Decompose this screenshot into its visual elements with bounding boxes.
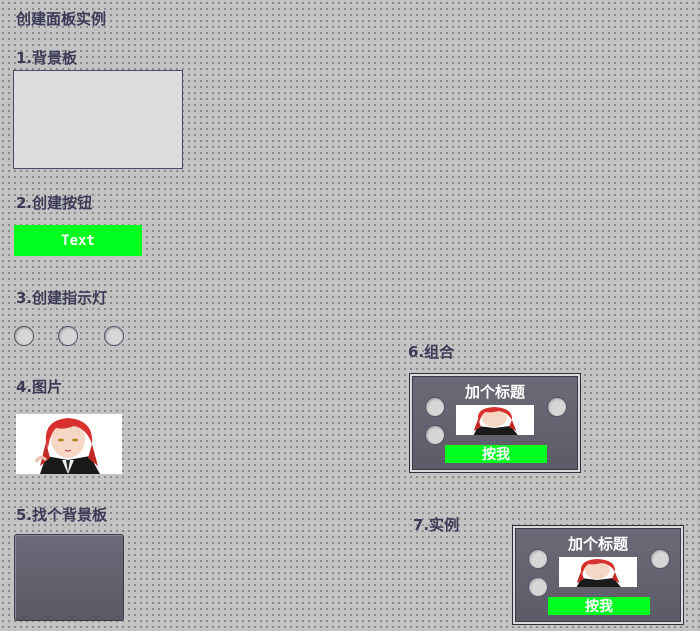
- instance-indicator-light-2[interactable]: [528, 577, 548, 597]
- group-portrait-image: [456, 405, 534, 435]
- anime-portrait-image[interactable]: [16, 414, 122, 474]
- section-label-5: 5.找个背景板: [16, 506, 108, 524]
- instance-portrait-icon: [559, 557, 637, 587]
- group-press-button[interactable]: 按我: [445, 445, 547, 463]
- group-indicator-light-3[interactable]: [547, 397, 567, 417]
- section-label-2: 2.创建按钮: [16, 194, 93, 212]
- dark-background-panel[interactable]: [14, 534, 124, 621]
- page-title: 创建面板实例: [16, 10, 107, 28]
- group-indicator-light-2[interactable]: [425, 425, 445, 445]
- grouped-panel[interactable]: 加个标题 按我: [409, 373, 581, 473]
- background-panel[interactable]: [13, 70, 183, 169]
- instance-panel[interactable]: 加个标题 按我: [512, 525, 684, 625]
- section-label-7: 7.实例: [413, 516, 460, 534]
- indicator-light-1[interactable]: [14, 326, 34, 346]
- section-label-1: 1.背景板: [16, 49, 78, 67]
- instance-indicator-light-3[interactable]: [650, 549, 670, 569]
- group-indicator-light-1[interactable]: [425, 397, 445, 417]
- grouped-panel-background: 加个标题 按我: [412, 376, 578, 470]
- instance-portrait-image: [559, 557, 637, 587]
- indicator-light-3[interactable]: [104, 326, 124, 346]
- section-label-6: 6.组合: [408, 343, 455, 361]
- group-portrait-icon: [456, 405, 534, 435]
- indicator-light-2[interactable]: [58, 326, 78, 346]
- anime-portrait-icon: [16, 414, 122, 474]
- section-label-4: 4.图片: [16, 378, 63, 396]
- text-button[interactable]: Text: [14, 225, 142, 256]
- instance-panel-background: 加个标题 按我: [515, 528, 681, 622]
- section-label-3: 3.创建指示灯: [16, 289, 108, 307]
- instance-indicator-light-1[interactable]: [528, 549, 548, 569]
- instance-press-button[interactable]: 按我: [548, 597, 650, 615]
